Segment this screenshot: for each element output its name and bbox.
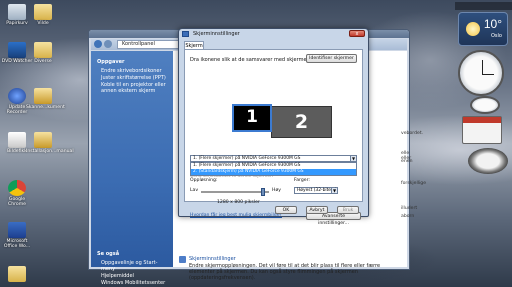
sidebar-topbar — [455, 2, 512, 10]
monitor-select-value: 1. (Flere skjermer) på NVIDIA GeForce 93… — [193, 156, 301, 161]
document-icon — [34, 132, 52, 148]
instruction-text: Dra ikonene slik at de samsvarer med skj… — [190, 57, 315, 63]
desktop-icon-bottom[interactable] — [0, 266, 34, 283]
monitor-panel: Dra ikonene slik at de samsvarer med skj… — [184, 49, 363, 226]
monitor-arrangement: 1 2 — [190, 68, 357, 148]
desktop-icon-label: Diverse — [34, 59, 52, 64]
monitor-select[interactable]: 1. (Flere skjermer) på NVIDIA GeForce 93… — [190, 155, 357, 162]
dropdown-option-selected[interactable]: 2. (Standardskjerm) på NVIDIA GeForce 93… — [191, 169, 356, 175]
content-snippet: aborn — [401, 214, 415, 219]
content-snippet: vebordet. — [401, 131, 424, 136]
dvd-watcher-icon — [8, 42, 26, 58]
sidebar-link-taskbar[interactable]: Oppgavelinje og Start-meny — [101, 260, 171, 272]
desktop-icon-label: Skanne...kument — [26, 105, 65, 110]
monitor-2[interactable]: 2 — [271, 106, 332, 138]
forward-icon[interactable] — [104, 40, 112, 48]
colors-select[interactable]: Høyest (32-biters) ▼ — [294, 187, 338, 194]
desktop-icon-scanned-document[interactable]: Skanne...kument — [26, 88, 65, 110]
desktop-icon-installation-manual[interactable]: Installasjon...manual — [26, 132, 74, 154]
chevron-down-icon[interactable]: ▼ — [331, 188, 337, 193]
desktop-icon-vilde[interactable]: Vilde — [26, 4, 60, 26]
folder-icon — [34, 4, 52, 20]
word-icon — [8, 222, 26, 238]
ok-button[interactable]: OK — [275, 206, 297, 214]
update-recorder-icon — [8, 88, 26, 104]
task-sidebar: Oppgaver Endre skrivebordsikoner Juster … — [91, 51, 173, 286]
desktop-icon-diverse[interactable]: Diverse — [26, 42, 60, 64]
chrome-icon — [8, 180, 26, 196]
slider-thumb[interactable] — [261, 188, 265, 196]
content-snippet: enen — [401, 159, 413, 164]
dialog-title: Skjerminnstillinger — [193, 31, 240, 37]
weather-city: Oslo — [491, 33, 502, 39]
calendar-gadget[interactable] — [462, 116, 502, 144]
dialog-titlebar[interactable]: Skjerminnstillinger x — [179, 29, 368, 39]
recycle-bin-icon — [8, 4, 26, 20]
content-snippet: forskjellige — [401, 181, 427, 186]
back-icon[interactable] — [94, 40, 102, 48]
resolution-value: 1280 x 800 piksler — [217, 200, 260, 205]
folder-icon — [8, 266, 26, 282]
calendar-header — [463, 117, 501, 123]
colors-label: Farger: — [294, 178, 310, 183]
see-also-heading: Se også — [97, 251, 120, 257]
low-label: Lav — [190, 188, 199, 193]
sidebar-link-projector[interactable]: Koble til en projektor eller annen ekste… — [101, 82, 169, 94]
sidebar-heading: Oppgaver — [97, 59, 125, 65]
chevron-down-icon[interactable]: ▼ — [350, 156, 356, 161]
clock-gadget-small[interactable] — [470, 96, 500, 114]
sidebar-link-desktop-icons[interactable]: Endre skrivebordsikoner — [101, 68, 169, 74]
picture-icon — [8, 132, 26, 148]
clock-hand — [482, 60, 483, 75]
desktop-icon-label: Microsoft Office Wo... — [3, 239, 31, 249]
cancel-button[interactable]: Avbryt — [306, 206, 328, 214]
close-icon: x — [355, 31, 359, 37]
sidebar-link-mobility-center[interactable]: Windows Mobilitetssenter — [101, 280, 171, 286]
monitor-dropdown-list: 1. (Flere skjermer) på NVIDIA GeForce 93… — [190, 162, 357, 176]
sidebar-link-accessibility[interactable]: Hjelpemiddel — [101, 273, 171, 279]
desktop-icon-label: Google Chrome — [7, 197, 27, 207]
monitor-icon — [179, 256, 186, 263]
close-button[interactable]: x — [349, 30, 365, 37]
content-snippet: illudert — [401, 206, 418, 211]
folder-icon — [34, 42, 52, 58]
help-link[interactable]: Hvordan får jeg best mulig skjermbilde? — [190, 213, 282, 218]
clock-gadget[interactable] — [458, 50, 504, 96]
breadcrumb-label: Kontrollpanel — [122, 41, 155, 47]
weather-gadget[interactable]: 10° Oslo — [458, 12, 508, 46]
sidebar-link-font-size[interactable]: Juster skriftstørrelse (PPT) — [101, 75, 169, 81]
desktop-icon-label: Vilde — [37, 21, 49, 26]
document-icon — [34, 88, 52, 104]
identify-monitors-button[interactable]: Identifiser skjermer — [306, 54, 357, 63]
apply-button[interactable]: Bruk — [337, 206, 359, 214]
resolution-label: Oppløsning: — [190, 178, 218, 183]
display-settings-title[interactable]: Skjerminnstillinger — [189, 256, 406, 262]
sun-icon — [466, 22, 480, 36]
display-settings-dialog: Skjerminnstillinger x Skjerm Dra ikonene… — [178, 28, 369, 226]
desktop-icon-label: Installasjon...manual — [26, 149, 74, 154]
resolution-slider[interactable] — [201, 188, 269, 196]
monitor-icon — [182, 31, 189, 37]
desktop-icon-ms-word[interactable]: Microsoft Office Wo... — [0, 222, 34, 249]
display-settings-desc: Endre skjermoppløsningen. Det vil føre t… — [189, 263, 381, 281]
see-also-section: Se også Oppgavelinje og Start-meny Hjelp… — [95, 247, 171, 287]
display-settings-item[interactable]: Skjerminnstillinger Endre skjermoppløsni… — [179, 256, 406, 281]
weather-temperature: 10° — [483, 17, 502, 31]
clock-hand — [482, 74, 494, 75]
cpu-meter-gadget[interactable] — [468, 148, 508, 174]
monitor-1[interactable]: 1 — [232, 104, 272, 132]
high-label: Høy — [272, 188, 281, 193]
desktop-icon-google-chrome[interactable]: Google Chrome — [0, 180, 34, 207]
